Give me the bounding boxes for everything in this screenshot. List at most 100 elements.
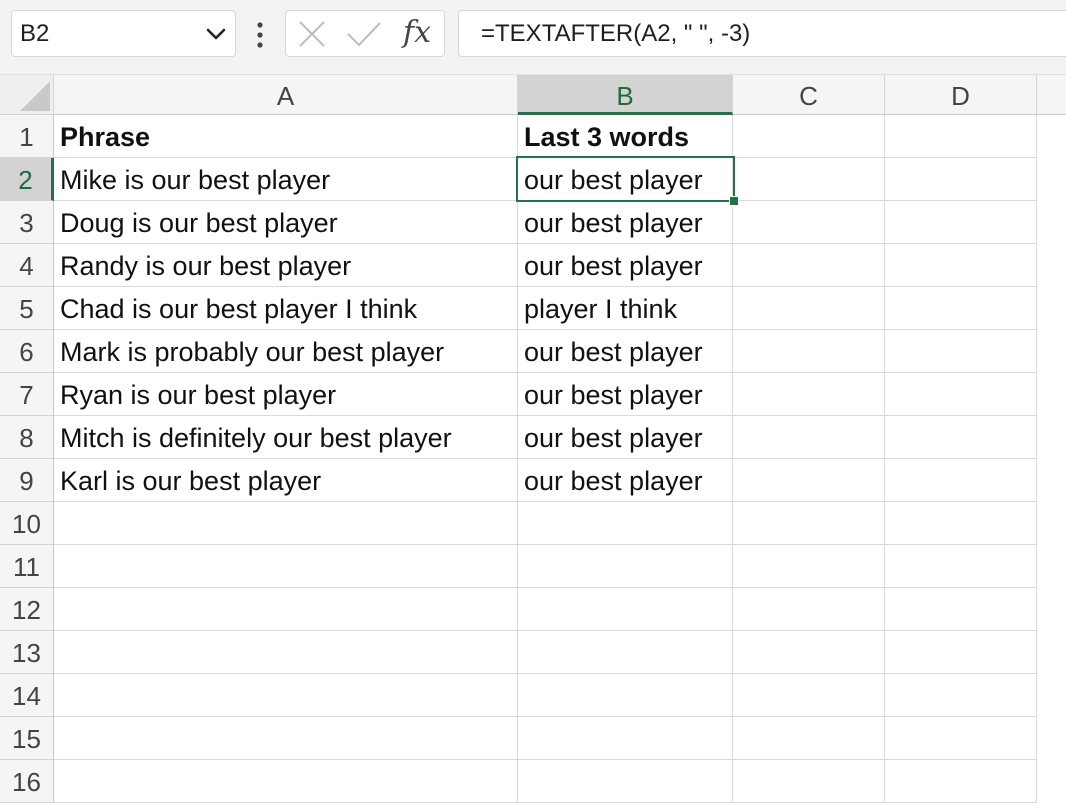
cell-c12[interactable] xyxy=(733,588,885,631)
row-header-7[interactable]: 7 xyxy=(0,373,54,416)
cell-c14[interactable] xyxy=(733,674,885,717)
cell-c10[interactable] xyxy=(733,502,885,545)
cell-b9[interactable]: our best player xyxy=(518,459,733,502)
select-all-triangle-icon xyxy=(20,81,50,111)
cell-d4[interactable] xyxy=(885,244,1037,287)
cell-a15[interactable] xyxy=(54,717,518,760)
cell-b16[interactable] xyxy=(518,760,733,803)
row-header-8[interactable]: 8 xyxy=(0,416,54,459)
chevron-down-icon[interactable] xyxy=(205,26,227,42)
cell-d6[interactable] xyxy=(885,330,1037,373)
column-header-c[interactable]: C xyxy=(733,75,885,115)
cell-c3[interactable] xyxy=(733,201,885,244)
formula-text: =TEXTAFTER(A2, " ", -3) xyxy=(481,20,751,47)
cell-c16[interactable] xyxy=(733,760,885,803)
cell-c11[interactable] xyxy=(733,545,885,588)
cell-a7[interactable]: Ryan is our best player xyxy=(54,373,518,416)
column-header-a[interactable]: A xyxy=(54,75,518,115)
cell-b15[interactable] xyxy=(518,717,733,760)
cell-c15[interactable] xyxy=(733,717,885,760)
cell-a8[interactable]: Mitch is definitely our best player xyxy=(54,416,518,459)
name-box-value: B2 xyxy=(20,20,50,47)
fill-handle[interactable] xyxy=(729,196,739,206)
cell-d15[interactable] xyxy=(885,717,1037,760)
cell-c7[interactable] xyxy=(733,373,885,416)
cancel-icon[interactable] xyxy=(298,20,326,48)
cell-b11[interactable] xyxy=(518,545,733,588)
cell-b13[interactable] xyxy=(518,631,733,674)
cell-c13[interactable] xyxy=(733,631,885,674)
cell-d14[interactable] xyxy=(885,674,1037,717)
cell-b3[interactable]: our best player xyxy=(518,201,733,244)
cell-d5[interactable] xyxy=(885,287,1037,330)
cell-b12[interactable] xyxy=(518,588,733,631)
cell-d1[interactable] xyxy=(885,115,1037,158)
cell-b1[interactable]: Last 3 words xyxy=(518,115,733,158)
formula-bar: B2 fx =TEXTAFTER(A2, " ", -3) xyxy=(0,0,1066,75)
cell-b5[interactable]: player I think xyxy=(518,287,733,330)
row-header-1[interactable]: 1 xyxy=(0,115,54,158)
row-header-14[interactable]: 14 xyxy=(0,674,54,717)
cell-a10[interactable] xyxy=(54,502,518,545)
cell-a9[interactable]: Karl is our best player xyxy=(54,459,518,502)
column-header-e[interactable] xyxy=(1037,75,1066,115)
cell-d3[interactable] xyxy=(885,201,1037,244)
cell-a2[interactable]: Mike is our best player xyxy=(54,158,518,201)
cell-c9[interactable] xyxy=(733,459,885,502)
row-header-6[interactable]: 6 xyxy=(0,330,54,373)
row-header-15[interactable]: 15 xyxy=(0,717,54,760)
cell-c6[interactable] xyxy=(733,330,885,373)
cell-a6[interactable]: Mark is probably our best player xyxy=(54,330,518,373)
row-header-3[interactable]: 3 xyxy=(0,201,54,244)
cell-b8[interactable]: our best player xyxy=(518,416,733,459)
formula-input[interactable]: =TEXTAFTER(A2, " ", -3) xyxy=(458,10,1066,57)
cell-a1[interactable]: Phrase xyxy=(54,115,518,158)
cell-c4[interactable] xyxy=(733,244,885,287)
cell-a5[interactable]: Chad is our best player I think xyxy=(54,287,518,330)
cell-a14[interactable] xyxy=(54,674,518,717)
cell-b7[interactable]: our best player xyxy=(518,373,733,416)
cell-d7[interactable] xyxy=(885,373,1037,416)
cell-b4[interactable]: our best player xyxy=(518,244,733,287)
insert-function-icon[interactable]: fx xyxy=(403,15,439,51)
row-header-9[interactable]: 9 xyxy=(0,459,54,502)
cell-a16[interactable] xyxy=(54,760,518,803)
cell-c1[interactable] xyxy=(733,115,885,158)
cell-c2[interactable] xyxy=(733,158,885,201)
column-header-b[interactable]: B xyxy=(518,75,733,115)
row-header-5[interactable]: 5 xyxy=(0,287,54,330)
more-options-icon[interactable] xyxy=(250,22,270,48)
select-all-button[interactable] xyxy=(0,75,54,115)
row-header-2[interactable]: 2 xyxy=(0,158,54,201)
cell-c8[interactable] xyxy=(733,416,885,459)
row-header-10[interactable]: 10 xyxy=(0,502,54,545)
cell-d16[interactable] xyxy=(885,760,1037,803)
cell-c5[interactable] xyxy=(733,287,885,330)
cell-a12[interactable] xyxy=(54,588,518,631)
cell-b14[interactable] xyxy=(518,674,733,717)
cell-d12[interactable] xyxy=(885,588,1037,631)
cell-b10[interactable] xyxy=(518,502,733,545)
cell-a4[interactable]: Randy is our best player xyxy=(54,244,518,287)
spreadsheet-grid: A B C D 1 2 3 4 5 6 7 8 9 10 11 12 13 14… xyxy=(0,75,1066,803)
cell-d10[interactable] xyxy=(885,502,1037,545)
cell-b2[interactable]: our best player xyxy=(518,158,733,201)
cell-d8[interactable] xyxy=(885,416,1037,459)
cell-a13[interactable] xyxy=(54,631,518,674)
row-header-11[interactable]: 11 xyxy=(0,545,54,588)
formula-controls: fx xyxy=(285,10,445,57)
cell-b6[interactable]: our best player xyxy=(518,330,733,373)
enter-checkmark-icon[interactable] xyxy=(346,20,382,48)
column-header-d[interactable]: D xyxy=(885,75,1037,115)
row-header-13[interactable]: 13 xyxy=(0,631,54,674)
cell-d13[interactable] xyxy=(885,631,1037,674)
cell-d9[interactable] xyxy=(885,459,1037,502)
row-header-4[interactable]: 4 xyxy=(0,244,54,287)
cell-d11[interactable] xyxy=(885,545,1037,588)
cell-a11[interactable] xyxy=(54,545,518,588)
cell-a3[interactable]: Doug is our best player xyxy=(54,201,518,244)
name-box[interactable]: B2 xyxy=(11,10,236,57)
row-header-12[interactable]: 12 xyxy=(0,588,54,631)
row-header-16[interactable]: 16 xyxy=(0,760,54,803)
cell-d2[interactable] xyxy=(885,158,1037,201)
